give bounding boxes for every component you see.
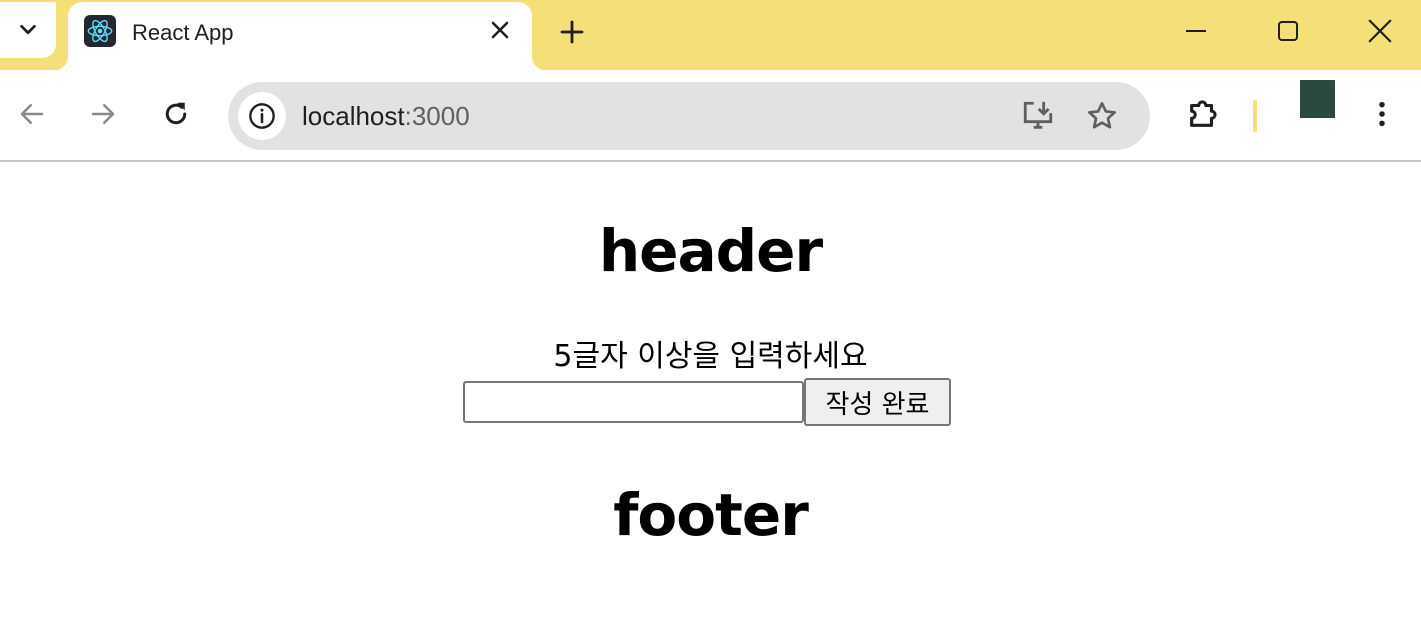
new-tab-button[interactable] bbox=[552, 12, 592, 52]
submit-button[interactable]: 작성 완료 bbox=[804, 378, 951, 426]
star-icon bbox=[1088, 102, 1116, 129]
arrow-left-icon bbox=[20, 104, 44, 124]
back-button[interactable] bbox=[10, 92, 54, 136]
arrow-right-icon bbox=[91, 104, 115, 124]
address-bar[interactable]: localhost:3000 bbox=[228, 82, 1150, 150]
url-port: :3000 bbox=[404, 101, 470, 131]
info-icon bbox=[249, 103, 275, 129]
forward-button[interactable] bbox=[81, 92, 125, 136]
install-app-button[interactable] bbox=[1018, 96, 1058, 136]
plus-icon bbox=[560, 20, 584, 44]
page-content: header 5글자 이상을 입력하세요 작성 완료 footer bbox=[0, 164, 1421, 619]
avatar-shape bbox=[1300, 80, 1335, 118]
reload-button[interactable] bbox=[154, 92, 198, 136]
tab-title: React App bbox=[132, 20, 234, 45]
browser-toolbar: localhost:3000 bbox=[0, 70, 1421, 162]
page-footer: footer bbox=[613, 481, 809, 549]
url-text[interactable]: localhost:3000 bbox=[302, 101, 470, 132]
close-icon bbox=[491, 21, 509, 39]
install-app-icon bbox=[1023, 101, 1053, 129]
input-prompt: 5글자 이상을 입력하세요 bbox=[553, 339, 868, 374]
text-input[interactable] bbox=[463, 381, 804, 423]
minimize-button[interactable] bbox=[1173, 8, 1219, 54]
kebab-menu-icon bbox=[1379, 101, 1385, 127]
maximize-button[interactable] bbox=[1265, 8, 1311, 54]
site-info-button[interactable] bbox=[238, 92, 286, 140]
close-window-button[interactable] bbox=[1357, 8, 1403, 54]
reload-icon bbox=[165, 102, 187, 125]
maximize-icon bbox=[1278, 21, 1298, 41]
extensions-button[interactable] bbox=[1181, 92, 1225, 136]
bookmark-button[interactable] bbox=[1082, 96, 1122, 136]
entry-form: 작성 완료 bbox=[463, 378, 951, 426]
tab-close-button[interactable] bbox=[486, 16, 514, 44]
tab-search-button[interactable] bbox=[0, 2, 56, 58]
page-header: header bbox=[598, 217, 823, 285]
browser-menu-button[interactable] bbox=[1360, 92, 1404, 136]
minimize-icon bbox=[1186, 30, 1206, 32]
chevron-down-icon bbox=[20, 24, 36, 35]
react-logo-icon bbox=[84, 15, 116, 47]
url-host: localhost bbox=[302, 101, 405, 131]
tab-strip: React App bbox=[0, 0, 1421, 70]
puzzle-icon bbox=[1190, 100, 1217, 127]
close-window-icon bbox=[1368, 19, 1392, 43]
profile-avatar[interactable] bbox=[1300, 80, 1335, 118]
toolbar-divider bbox=[1253, 100, 1257, 132]
browser-tab[interactable]: React App bbox=[54, 2, 546, 70]
